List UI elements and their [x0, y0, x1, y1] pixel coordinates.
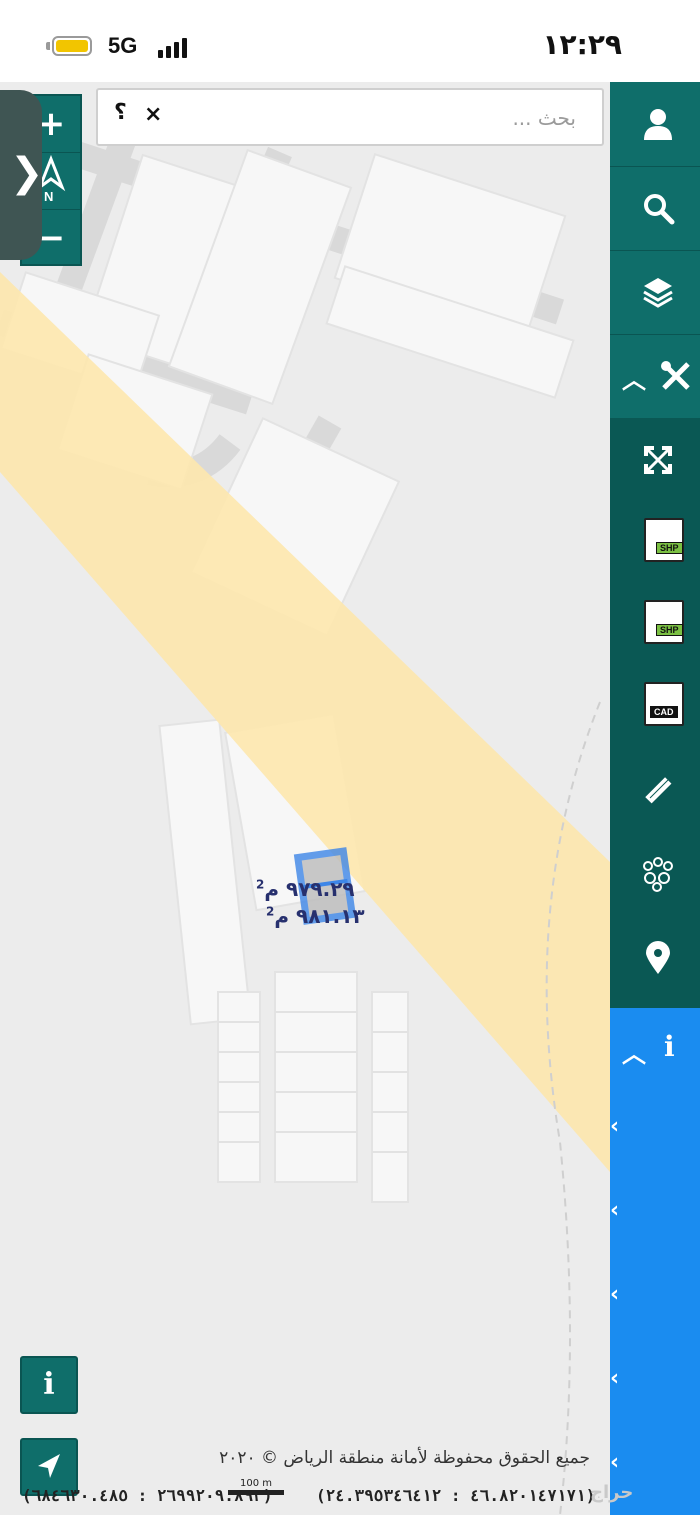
info-icon: i [664, 1030, 675, 1063]
location-pin-icon [646, 941, 670, 974]
chevron-left-icon[interactable]: ‹ [610, 1114, 619, 1139]
measure-icon [645, 777, 672, 804]
bubbles-button[interactable] [610, 832, 700, 916]
chevron-up-icon: ︿ [622, 366, 646, 394]
chevron-left-icon[interactable]: ‹ [610, 1198, 619, 1223]
scale-label: 100 m [240, 1478, 273, 1489]
location-pin-button[interactable] [610, 916, 700, 1000]
status-bar: 5G ١٢:٢٩ [0, 0, 700, 82]
clear-icon[interactable]: × [144, 102, 162, 127]
signal-icon [158, 38, 190, 58]
chevron-left-icon[interactable]: ‹ [610, 1366, 619, 1391]
chevron-right-icon: ❯ [10, 150, 44, 196]
watermark: حراج [590, 1482, 634, 1503]
chevron-left-icon[interactable]: ‹ [610, 1450, 619, 1475]
map-basemap [0, 117, 610, 1515]
chevron-left-icon[interactable]: ‹ [610, 1282, 619, 1307]
fullscreen-button[interactable] [610, 418, 700, 502]
map-canvas[interactable]: ٩٧٩.٢٩ م2 ٩٨١.١٣ م2 [0, 82, 610, 1515]
network-label: 5G [108, 33, 138, 58]
help-icon[interactable]: ؟ [114, 100, 127, 125]
side-toolbar: ︿ SHP SHP CAD ︿ i ‹ ‹ ‹ ‹ ‹ [610, 82, 700, 1515]
shp-badge: SHP [656, 624, 683, 636]
search-button[interactable] [610, 166, 700, 250]
layers-button[interactable] [610, 250, 700, 334]
chevron-up-icon: ︿ [622, 1040, 646, 1068]
search-bar: ؟ × [96, 88, 604, 146]
search-input[interactable] [244, 100, 578, 136]
battery-tip [46, 42, 50, 50]
bubbles-icon [643, 857, 673, 892]
info-toggle-button[interactable]: ︿ i [610, 1008, 700, 1092]
toolbar-section-tools: SHP SHP CAD [610, 418, 700, 1008]
shp-export-icon: SHP [644, 600, 684, 644]
parcel-area-label: ٩٨١.١٣ م2 [266, 904, 365, 928]
fullscreen-icon [644, 446, 672, 474]
user-icon [644, 109, 672, 140]
drawer-toggle-button[interactable]: ❯ [0, 90, 44, 260]
layers-icon [643, 278, 673, 308]
coordinate-projected: (٢٦٩٩٢٠٩.٨٩٣ : ٦٨٤٦٣٠.٤٨٥) [22, 1486, 273, 1505]
shp-import-icon: SHP [644, 518, 684, 562]
coordinate-geographic: (٤٦.٨٢٠١٤٧١٧١ : ٢٤.٣٩٥٣٤٦٤١٢) [316, 1486, 596, 1505]
toolbar-section-main: ︿ [610, 82, 700, 418]
cad-badge: CAD [650, 706, 678, 718]
toolbar-section-info: ︿ i ‹ ‹ ‹ ‹ ‹ [610, 1008, 700, 1515]
search-icon [644, 194, 675, 225]
shp-export-button[interactable]: SHP [610, 582, 700, 664]
copyright-text: جميع الحقوق محفوظة لأمانة منطقة الرياض ©… [219, 1448, 590, 1468]
user-button[interactable] [610, 82, 700, 166]
measure-button[interactable] [610, 748, 700, 832]
tools-icon [661, 361, 690, 390]
compass-letter: N [44, 189, 54, 204]
cad-button[interactable]: CAD [610, 664, 700, 748]
battery-icon [52, 36, 92, 56]
cad-file-icon: CAD [644, 682, 684, 726]
shp-badge: SHP [656, 542, 683, 554]
scale-bar [228, 1490, 284, 1495]
tools-toggle-button[interactable]: ︿ [610, 334, 700, 418]
shp-import-button[interactable]: SHP [610, 500, 700, 582]
clock: ١٢:٢٩ [542, 28, 622, 61]
info-button[interactable]: i [20, 1356, 78, 1414]
parcel-area-label: ٩٧٩.٢٩ م2 [256, 877, 355, 901]
